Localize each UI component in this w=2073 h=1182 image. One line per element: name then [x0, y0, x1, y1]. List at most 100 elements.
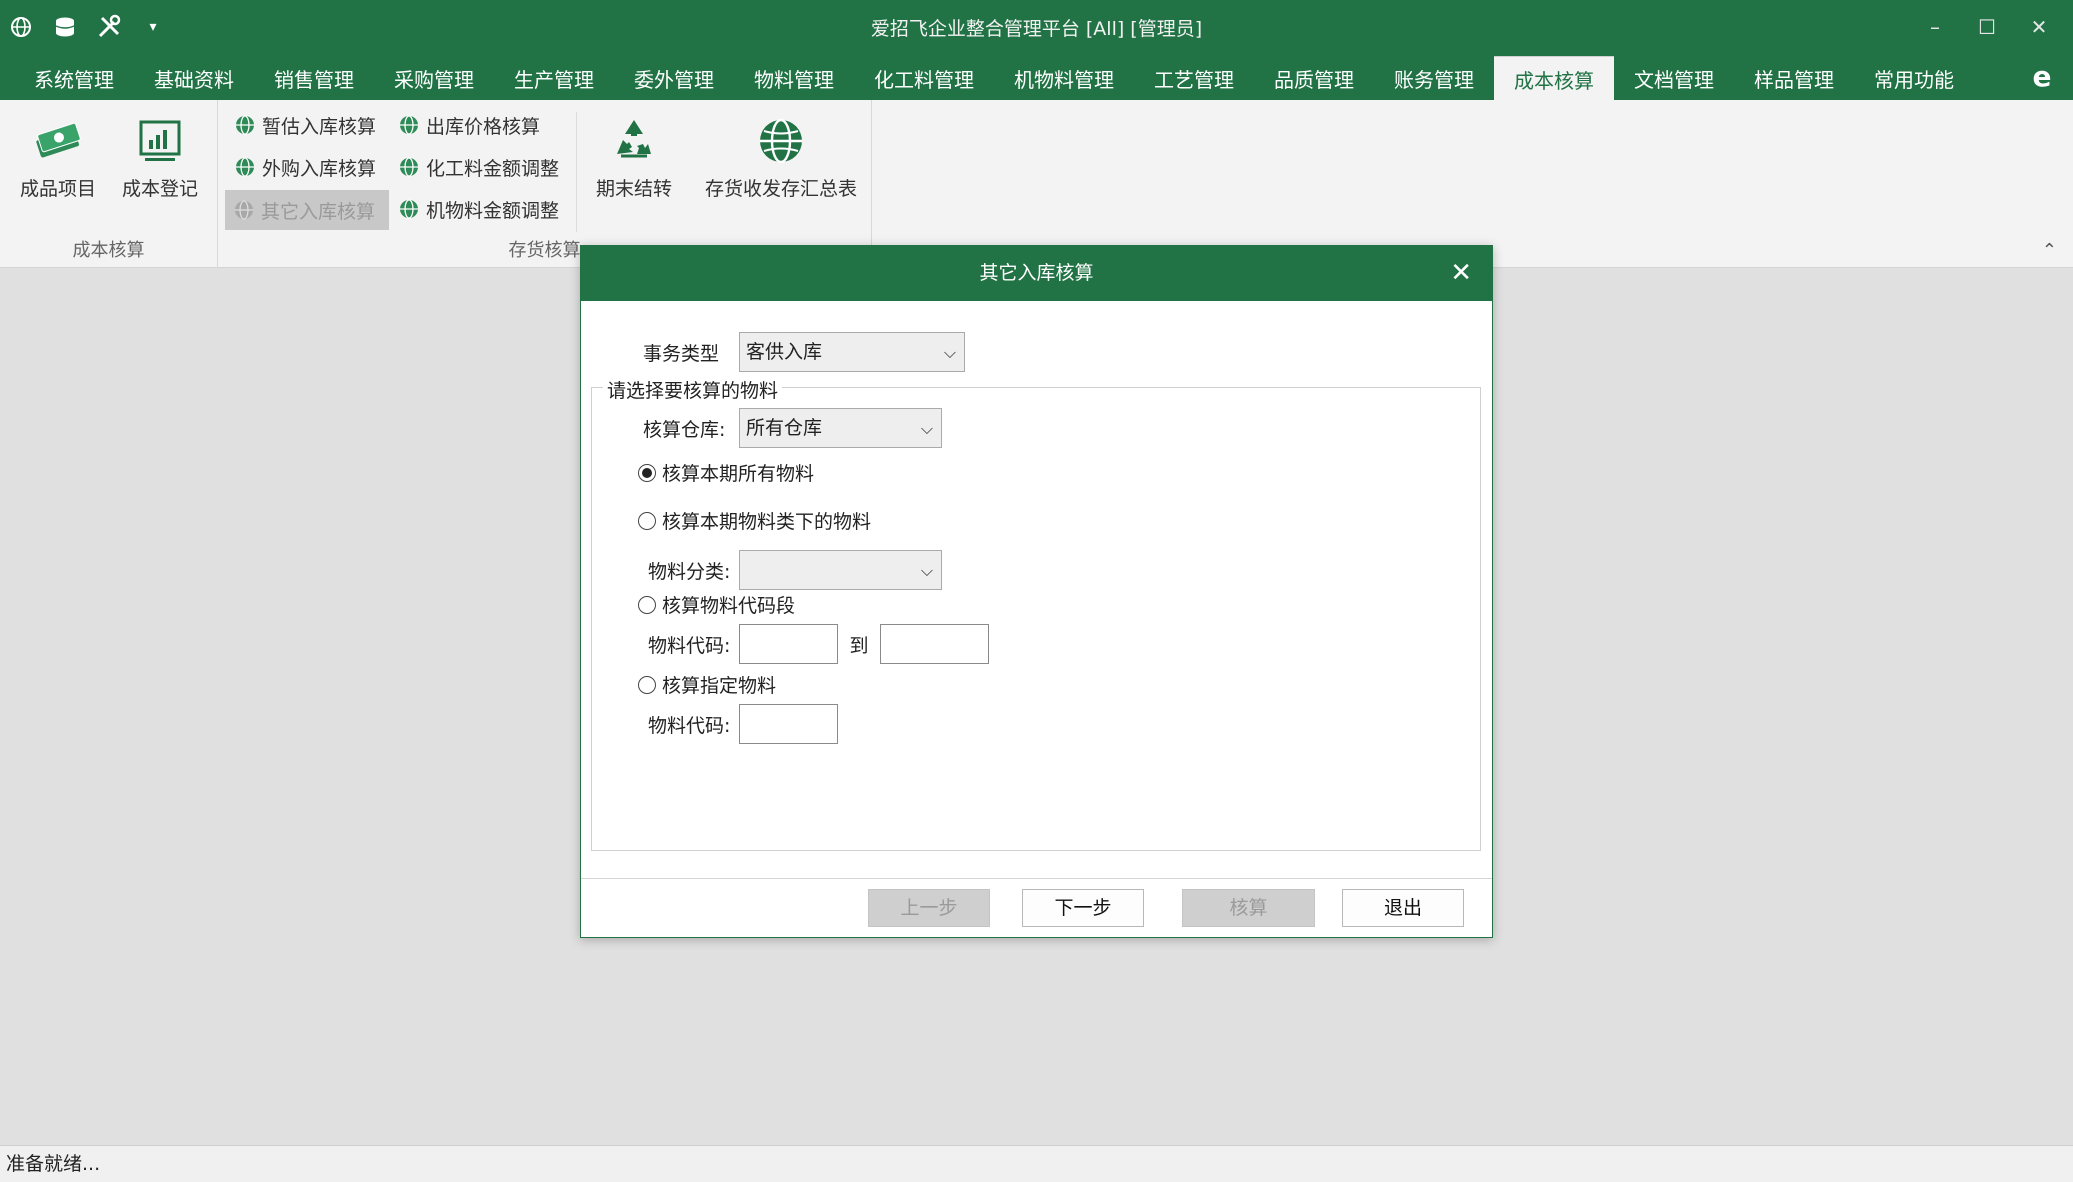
button-label: 成品项目	[19, 178, 96, 200]
globe-icon	[236, 157, 254, 177]
category-label: 物料分类:	[648, 560, 731, 583]
other-inbound-dialog: 其它入库核算 ✕ 事务类型 客供入库 ⌵ 请选择要核算的物料 核算仓库: 所有仓…	[580, 245, 1493, 938]
code-range-row: 物料代码: 到	[648, 624, 989, 664]
exit-button[interactable]: 退出	[1342, 889, 1464, 927]
button-label: 化工料金额调整	[426, 157, 560, 180]
radio-label: 核算指定物料	[662, 675, 777, 697]
transaction-type-label: 事务类型	[643, 342, 720, 365]
tab-machine-materials[interactable]: 机物料管理	[994, 56, 1134, 100]
tab-outsourcing[interactable]: 委外管理	[614, 56, 734, 100]
chart-icon	[139, 120, 181, 161]
ribbon-separator	[576, 112, 577, 232]
tab-sales[interactable]: 销售管理	[254, 56, 374, 100]
button-label: 存货收发存汇总表	[704, 178, 857, 200]
code-to-label: 到	[849, 634, 869, 657]
transaction-type-select[interactable]: 客供入库 ⌵	[739, 332, 965, 372]
globe-icon	[760, 118, 802, 164]
cost-registration-button[interactable]: 成本登记	[110, 114, 210, 201]
transaction-type-row: 事务类型 客供入库 ⌵	[643, 332, 965, 372]
radio-unselected[interactable]	[638, 511, 656, 530]
globe-icon	[235, 200, 253, 220]
window-controls: – ☐ ✕	[1913, 10, 2061, 44]
minimize-button[interactable]: –	[1913, 10, 1957, 44]
tab-common[interactable]: 常用功能	[1854, 56, 1974, 100]
chevron-down-icon: ⌵	[943, 343, 956, 362]
code-from-input[interactable]	[739, 624, 838, 664]
specified-code-row: 物料代码:	[648, 704, 838, 744]
button-label: 其它入库核算	[261, 200, 376, 223]
radio-label: 核算物料代码段	[662, 595, 796, 617]
machine-material-amount-adjust-button[interactable]: 机物料金额调整	[390, 190, 567, 228]
option-specified-material[interactable]: 核算指定物料	[638, 671, 776, 698]
money-icon	[36, 122, 81, 158]
radio-selected[interactable]	[638, 463, 656, 482]
status-bar: 准备就绪...	[0, 1145, 2073, 1182]
prev-step-button[interactable]: 上一步	[868, 889, 990, 927]
warehouse-row: 核算仓库: 所有仓库 ⌵	[643, 408, 942, 448]
title-bar: ▾ 爱招飞企业整合管理平台 [All] [管理员] – ☐ ✕	[0, 0, 2073, 54]
ribbon: 成品项目 成本登记 成本核算 暂估入库核算 外购入库核算 其它入库核算 出库价格…	[0, 100, 2073, 268]
category-select[interactable]: ⌵	[739, 550, 942, 590]
purchased-inbound-button[interactable]: 外购入库核算	[226, 148, 384, 186]
radio-label: 核算本期所有物料	[662, 463, 815, 485]
globe-icon	[400, 157, 418, 177]
tab-chemicals[interactable]: 化工料管理	[854, 56, 994, 100]
period-end-carryover-button[interactable]: 期末结转	[584, 114, 684, 201]
category-row: 物料分类: ⌵	[648, 550, 942, 590]
window-title: 爱招飞企业整合管理平台 [All] [管理员]	[870, 18, 1203, 40]
specified-code-input[interactable]	[739, 704, 838, 744]
dialog-title-bar: 其它入库核算 ✕	[581, 246, 1492, 301]
next-step-button[interactable]: 下一步	[1022, 889, 1144, 927]
globe-icon	[400, 115, 418, 135]
tab-samples[interactable]: 样品管理	[1734, 56, 1854, 100]
code-to-input[interactable]	[880, 624, 989, 664]
maximize-button[interactable]: ☐	[1965, 10, 2009, 44]
tab-system[interactable]: 系统管理	[14, 56, 134, 100]
dialog-title: 其它入库核算	[979, 262, 1094, 284]
button-label: 暂估入库核算	[262, 115, 377, 138]
globe-icon	[236, 115, 254, 135]
material-selection-group	[591, 387, 1481, 851]
tab-cost-accounting[interactable]: 成本核算	[1494, 56, 1614, 100]
button-label: 成本登记	[121, 178, 198, 200]
dialog-close-button[interactable]: ✕	[1450, 246, 1472, 301]
brand-logo-icon: e	[2032, 60, 2052, 93]
tab-purchase[interactable]: 采购管理	[374, 56, 494, 100]
warehouse-label: 核算仓库:	[643, 418, 726, 441]
tab-documents[interactable]: 文档管理	[1614, 56, 1734, 100]
tab-production[interactable]: 生产管理	[494, 56, 614, 100]
other-inbound-button[interactable]: 其它入库核算	[225, 190, 389, 230]
option-code-range[interactable]: 核算物料代码段	[638, 591, 795, 618]
radio-unselected[interactable]	[638, 675, 656, 694]
option-all-materials[interactable]: 核算本期所有物料	[638, 459, 814, 486]
button-label: 外购入库核算	[262, 157, 377, 180]
calculate-button[interactable]: 核算	[1182, 889, 1315, 927]
select-value: 客供入库	[746, 341, 823, 363]
tab-basic-data[interactable]: 基础资料	[134, 56, 254, 100]
tab-process[interactable]: 工艺管理	[1134, 56, 1254, 100]
tab-materials[interactable]: 物料管理	[734, 56, 854, 100]
select-value: 所有仓库	[746, 417, 823, 439]
material-selection-legend: 请选择要核算的物料	[603, 376, 783, 403]
menu-tabs: 系统管理 基础资料 销售管理 采购管理 生产管理 委外管理 物料管理 化工料管理…	[14, 56, 1974, 100]
radio-label: 核算本期物料类下的物料	[662, 511, 872, 533]
inventory-summary-button[interactable]: 存货收发存汇总表	[696, 114, 866, 201]
option-category-materials[interactable]: 核算本期物料类下的物料	[638, 507, 871, 534]
close-button[interactable]: ✕	[2017, 10, 2061, 44]
dialog-footer: 上一步 下一步 核算 退出	[581, 878, 1492, 937]
outbound-price-button[interactable]: 出库价格核算	[390, 106, 548, 144]
radio-unselected[interactable]	[638, 595, 656, 614]
warehouse-select[interactable]: 所有仓库 ⌵	[739, 408, 942, 448]
recycle-icon	[617, 120, 651, 158]
tab-accounting[interactable]: 账务管理	[1374, 56, 1494, 100]
chemical-amount-adjust-button[interactable]: 化工料金额调整	[390, 148, 567, 186]
estimated-inbound-button[interactable]: 暂估入库核算	[226, 106, 384, 144]
status-text: 准备就绪...	[6, 1153, 101, 1175]
collapse-ribbon-icon[interactable]: ⌃	[2042, 240, 2057, 261]
code-range-label: 物料代码:	[648, 634, 731, 657]
chevron-down-icon: ⌵	[920, 561, 933, 580]
button-label: 机物料金额调整	[426, 199, 560, 222]
finished-product-items-button[interactable]: 成品项目	[8, 114, 108, 201]
tab-quality[interactable]: 品质管理	[1254, 56, 1374, 100]
globe-icon	[400, 199, 418, 219]
